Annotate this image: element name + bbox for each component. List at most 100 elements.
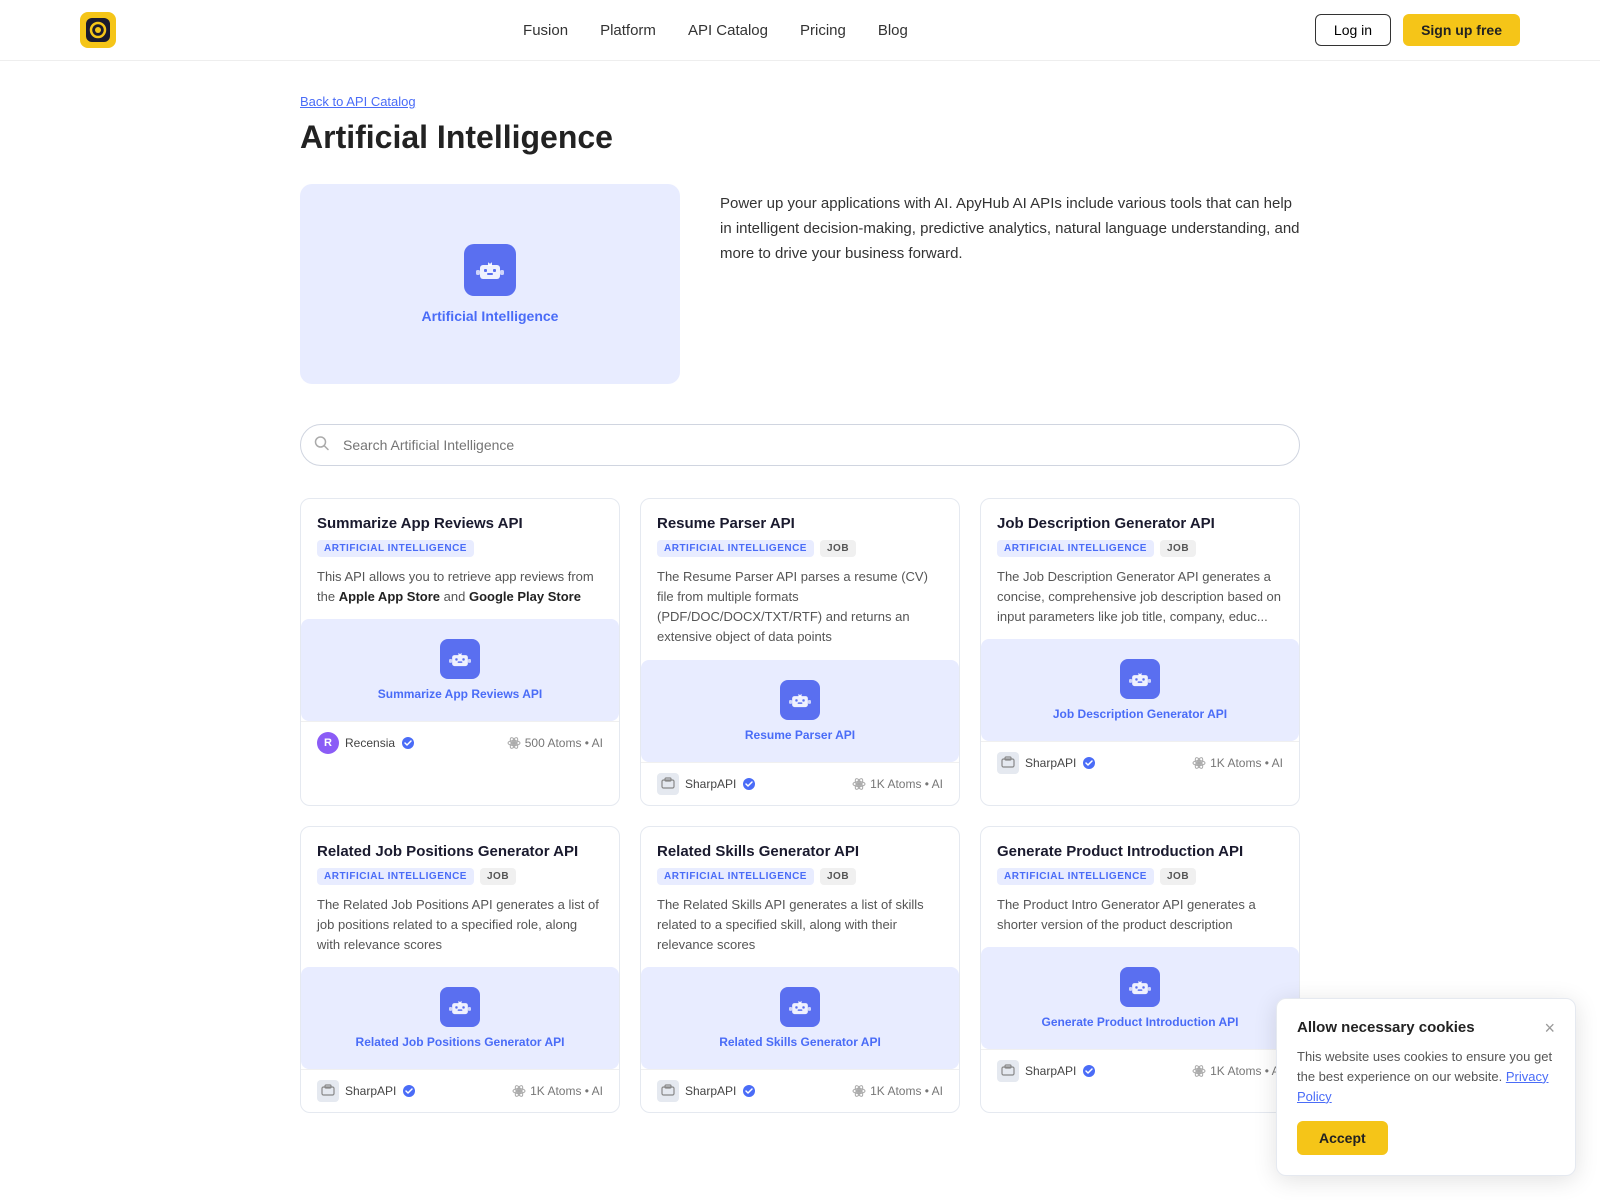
- signup-button[interactable]: Sign up free: [1403, 14, 1520, 46]
- card-title: Generate Product Introduction API: [997, 843, 1283, 860]
- atoms-info: 500 Atoms • AI: [507, 736, 603, 750]
- card-title: Summarize App Reviews API: [317, 515, 603, 532]
- card-tags: ARTIFICIAL INTELLIGENCEJOB: [317, 868, 603, 885]
- card-footer: SharpAPI 1K Atoms • AI: [301, 1069, 619, 1112]
- verified-icon: [1082, 756, 1096, 770]
- provider-avatar: [317, 1080, 339, 1102]
- nav-link-pricing[interactable]: Pricing: [800, 22, 846, 39]
- nav-link-blog[interactable]: Blog: [878, 22, 908, 39]
- card-content: Summarize App Reviews API ARTIFICIAL INT…: [301, 499, 619, 607]
- card-preview-icon: [780, 987, 820, 1027]
- provider-name: SharpAPI: [1025, 756, 1076, 770]
- hero-robot-icon: [476, 256, 504, 284]
- card-content: Resume Parser API ARTIFICIAL INTELLIGENC…: [641, 499, 959, 648]
- provider-avatar: [657, 773, 679, 795]
- tag-job: JOB: [820, 540, 856, 557]
- search-container: [300, 424, 1300, 466]
- logo-icon: [80, 12, 116, 48]
- atoms-info: 1K Atoms • AI: [852, 777, 943, 791]
- nav-links: Fusion Platform API Catalog Pricing Blog: [523, 22, 908, 39]
- nav-link-api-catalog[interactable]: API Catalog: [688, 22, 768, 39]
- card-tags: ARTIFICIAL INTELLIGENCEJOB: [657, 868, 943, 885]
- verified-icon: [742, 777, 756, 791]
- provider-info: R Recensia: [317, 732, 415, 754]
- atoms-value: 1K Atoms • AI: [870, 777, 943, 791]
- card-footer: SharpAPI 1K Atoms • AI: [641, 762, 959, 805]
- card-title: Resume Parser API: [657, 515, 943, 532]
- atoms-value: 1K Atoms • AI: [1210, 756, 1283, 770]
- verified-icon: [402, 1084, 416, 1098]
- card-preview-label: Summarize App Reviews API: [378, 687, 543, 701]
- card-robot-icon: [1129, 668, 1151, 690]
- cookie-close-button[interactable]: ×: [1544, 1019, 1555, 1037]
- api-card[interactable]: Job Description Generator API ARTIFICIAL…: [980, 498, 1300, 806]
- logo[interactable]: [80, 12, 116, 48]
- api-card[interactable]: Generate Product Introduction API ARTIFI…: [980, 826, 1300, 1113]
- provider-name: SharpAPI: [345, 1084, 396, 1098]
- cookie-accept-button[interactable]: Accept: [1297, 1121, 1388, 1155]
- navbar: Fusion Platform API Catalog Pricing Blog…: [0, 0, 1600, 61]
- search-input[interactable]: [300, 424, 1300, 466]
- card-preview-label: Generate Product Introduction API: [1042, 1015, 1239, 1029]
- hero-section: Artificial Intelligence Power up your ap…: [300, 184, 1300, 384]
- verified-icon: [401, 736, 415, 750]
- atoms-icon: [852, 1084, 866, 1098]
- login-button[interactable]: Log in: [1315, 14, 1391, 46]
- card-content: Job Description Generator API ARTIFICIAL…: [981, 499, 1299, 627]
- card-preview: Related Job Positions Generator API: [301, 967, 619, 1069]
- api-card[interactable]: Related Job Positions Generator API ARTI…: [300, 826, 620, 1113]
- breadcrumb[interactable]: Back to API Catalog: [300, 94, 416, 109]
- card-description: The Job Description Generator API genera…: [997, 567, 1283, 627]
- api-card[interactable]: Related Skills Generator API ARTIFICIAL …: [640, 826, 960, 1113]
- tag-job: JOB: [820, 868, 856, 885]
- cookie-banner: Allow necessary cookies × This website u…: [1276, 998, 1576, 1176]
- card-preview: Resume Parser API: [641, 660, 959, 762]
- card-description: The Related Skills API generates a list …: [657, 895, 943, 955]
- card-footer: SharpAPI 1K Atoms • AI: [641, 1069, 959, 1112]
- provider-avatar: R: [317, 732, 339, 754]
- atoms-value: 500 Atoms • AI: [525, 736, 603, 750]
- atoms-value: 1K Atoms • AI: [870, 1084, 943, 1098]
- provider-info: SharpAPI: [997, 1060, 1096, 1082]
- card-tags: ARTIFICIAL INTELLIGENCE: [317, 540, 603, 557]
- hero-icon-label: Artificial Intelligence: [422, 308, 559, 324]
- api-card[interactable]: Resume Parser API ARTIFICIAL INTELLIGENC…: [640, 498, 960, 806]
- atoms-value: 1K Atoms • AI: [530, 1084, 603, 1098]
- atoms-info: 1K Atoms • AI: [1192, 1064, 1283, 1078]
- card-preview-icon: [780, 680, 820, 720]
- api-card[interactable]: Summarize App Reviews API ARTIFICIAL INT…: [300, 498, 620, 806]
- atoms-icon: [852, 777, 866, 791]
- card-preview-label: Related Job Positions Generator API: [356, 1035, 565, 1049]
- nav-link-platform[interactable]: Platform: [600, 22, 656, 39]
- atoms-icon: [507, 736, 521, 750]
- card-preview-icon: [1120, 659, 1160, 699]
- card-preview-icon: [1120, 967, 1160, 1007]
- card-description: The Related Job Positions API generates …: [317, 895, 603, 955]
- atoms-value: 1K Atoms • AI: [1210, 1064, 1283, 1078]
- card-title: Related Skills Generator API: [657, 843, 943, 860]
- provider-avatar: [997, 1060, 1019, 1082]
- card-preview: Summarize App Reviews API: [301, 619, 619, 721]
- nav-link-fusion[interactable]: Fusion: [523, 22, 568, 39]
- tag-ai: ARTIFICIAL INTELLIGENCE: [997, 540, 1154, 557]
- provider-info: SharpAPI: [997, 752, 1096, 774]
- provider-name: SharpAPI: [685, 777, 736, 791]
- atoms-info: 1K Atoms • AI: [852, 1084, 943, 1098]
- card-preview-icon: [440, 987, 480, 1027]
- card-preview-label: Resume Parser API: [745, 728, 855, 742]
- cookie-text: This website uses cookies to ensure you …: [1297, 1047, 1555, 1107]
- tag-ai: ARTIFICIAL INTELLIGENCE: [997, 868, 1154, 885]
- card-preview-label: Job Description Generator API: [1053, 707, 1227, 721]
- atoms-icon: [1192, 1064, 1206, 1078]
- card-description: The Product Intro Generator API generate…: [997, 895, 1283, 935]
- card-tags: ARTIFICIAL INTELLIGENCEJOB: [997, 868, 1283, 885]
- card-preview: Generate Product Introduction API: [981, 947, 1299, 1049]
- card-tags: ARTIFICIAL INTELLIGENCEJOB: [657, 540, 943, 557]
- search-icon: [314, 436, 330, 455]
- provider-info: SharpAPI: [657, 773, 756, 795]
- card-description: The Resume Parser API parses a resume (C…: [657, 567, 943, 648]
- atoms-info: 1K Atoms • AI: [512, 1084, 603, 1098]
- provider-info: SharpAPI: [317, 1080, 416, 1102]
- card-preview-label: Related Skills Generator API: [719, 1035, 881, 1049]
- hero-description: Power up your applications with AI. ApyH…: [720, 184, 1300, 266]
